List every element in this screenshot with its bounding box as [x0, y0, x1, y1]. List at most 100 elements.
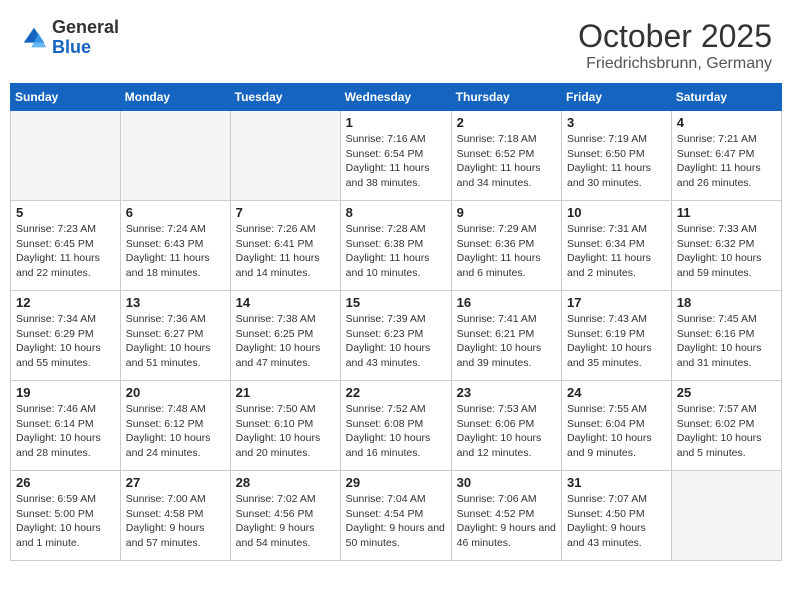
day-number: 20: [126, 385, 225, 400]
calendar-cell: 30 Sunrise: 7:06 AMSunset: 4:52 PMDayligh…: [451, 471, 561, 561]
day-number: 17: [567, 295, 666, 310]
calendar-week-3: 19 Sunrise: 7:46 AMSunset: 6:14 PMDayligh…: [11, 381, 782, 471]
calendar-cell: 31Sunrise: 7:07 AMSunset: 4:50 PMDayligh…: [562, 471, 672, 561]
day-number: 31: [567, 475, 666, 490]
day-info: Sunrise: 7:23 AMSunset: 6:45 PMDaylight:…: [16, 222, 115, 281]
day-number: 16: [457, 295, 556, 310]
calendar-cell: 29 Sunrise: 7:04 AMSunset: 4:54 PMDayligh…: [340, 471, 451, 561]
day-info: Sunrise: 7:45 AMSunset: 6:16 PMDaylight:…: [677, 312, 776, 371]
calendar-cell: 9 Sunrise: 7:29 AMSunset: 6:36 PMDaylight…: [451, 201, 561, 291]
calendar-cell: 5 Sunrise: 7:23 AMSunset: 6:45 PMDaylight…: [11, 201, 121, 291]
calendar-cell: 1Sunrise: 7:16 AMSunset: 6:54 PMDaylight…: [340, 111, 451, 201]
day-number: 9: [457, 205, 556, 220]
day-info: Sunrise: 7:36 AMSunset: 6:27 PMDaylight:…: [126, 312, 225, 371]
day-number: 15: [346, 295, 446, 310]
logo-icon: [20, 24, 48, 52]
logo: General Blue: [20, 18, 119, 58]
calendar-week-0: 1Sunrise: 7:16 AMSunset: 6:54 PMDaylight…: [11, 111, 782, 201]
calendar-cell: 25 Sunrise: 7:57 AMSunset: 6:02 PMDayligh…: [671, 381, 781, 471]
day-info: Sunrise: 7:52 AMSunset: 6:08 PMDaylight:…: [346, 402, 446, 461]
calendar-cell: 24 Sunrise: 7:55 AMSunset: 6:04 PMDayligh…: [562, 381, 672, 471]
day-number: 13: [126, 295, 225, 310]
day-number: 30: [457, 475, 556, 490]
day-number: 8: [346, 205, 446, 220]
calendar-cell: 19 Sunrise: 7:46 AMSunset: 6:14 PMDayligh…: [11, 381, 121, 471]
day-number: 6: [126, 205, 225, 220]
calendar-cell: 23Sunrise: 7:53 AMSunset: 6:06 PMDayligh…: [451, 381, 561, 471]
day-info: Sunrise: 7:28 AMSunset: 6:38 PMDaylight:…: [346, 222, 446, 281]
day-number: 22: [346, 385, 446, 400]
day-number: 14: [236, 295, 335, 310]
day-info: Sunrise: 7:34 AMSunset: 6:29 PMDaylight:…: [16, 312, 115, 371]
logo-general: General: [52, 17, 119, 37]
day-number: 25: [677, 385, 776, 400]
calendar-cell: [230, 111, 340, 201]
month-title: October 2025: [578, 18, 772, 55]
day-info: Sunrise: 7:39 AMSunset: 6:23 PMDaylight:…: [346, 312, 446, 371]
day-number: 2: [457, 115, 556, 130]
day-info: Sunrise: 7:48 AMSunset: 6:12 PMDaylight:…: [126, 402, 225, 461]
calendar-cell: 13 Sunrise: 7:36 AMSunset: 6:27 PMDayligh…: [120, 291, 230, 381]
calendar-header-saturday: Saturday: [671, 84, 781, 111]
day-info: Sunrise: 7:21 AMSunset: 6:47 PMDaylight:…: [677, 132, 776, 191]
calendar-cell: 26Sunrise: 6:59 AMSunset: 5:00 PMDayligh…: [11, 471, 121, 561]
day-info: Sunrise: 7:04 AMSunset: 4:54 PMDaylight:…: [346, 492, 446, 551]
day-info: Sunrise: 7:18 AMSunset: 6:52 PMDaylight:…: [457, 132, 556, 191]
calendar-cell: 20 Sunrise: 7:48 AMSunset: 6:12 PMDayligh…: [120, 381, 230, 471]
day-number: 24: [567, 385, 666, 400]
calendar-header-sunday: Sunday: [11, 84, 121, 111]
calendar-header-thursday: Thursday: [451, 84, 561, 111]
calendar-header-tuesday: Tuesday: [230, 84, 340, 111]
day-number: 5: [16, 205, 115, 220]
calendar-cell: [671, 471, 781, 561]
day-number: 19: [16, 385, 115, 400]
day-info: Sunrise: 7:43 AMSunset: 6:19 PMDaylight:…: [567, 312, 666, 371]
calendar-header-row: SundayMondayTuesdayWednesdayThursdayFrid…: [11, 84, 782, 111]
day-number: 3: [567, 115, 666, 130]
day-info: Sunrise: 7:57 AMSunset: 6:02 PMDaylight:…: [677, 402, 776, 461]
day-info: Sunrise: 7:26 AMSunset: 6:41 PMDaylight:…: [236, 222, 335, 281]
calendar-cell: [120, 111, 230, 201]
calendar-header-friday: Friday: [562, 84, 672, 111]
calendar-cell: 22 Sunrise: 7:52 AMSunset: 6:08 PMDayligh…: [340, 381, 451, 471]
day-info: Sunrise: 7:29 AMSunset: 6:36 PMDaylight:…: [457, 222, 556, 281]
calendar-cell: 4 Sunrise: 7:21 AMSunset: 6:47 PMDaylight…: [671, 111, 781, 201]
calendar-week-1: 5 Sunrise: 7:23 AMSunset: 6:45 PMDaylight…: [11, 201, 782, 291]
day-number: 12: [16, 295, 115, 310]
day-info: Sunrise: 7:19 AMSunset: 6:50 PMDaylight:…: [567, 132, 666, 191]
calendar-header-monday: Monday: [120, 84, 230, 111]
calendar-cell: 18 Sunrise: 7:45 AMSunset: 6:16 PMDayligh…: [671, 291, 781, 381]
calendar-cell: 7 Sunrise: 7:26 AMSunset: 6:41 PMDaylight…: [230, 201, 340, 291]
day-number: 28: [236, 475, 335, 490]
day-info: Sunrise: 7:55 AMSunset: 6:04 PMDaylight:…: [567, 402, 666, 461]
calendar-cell: 27Sunrise: 7:00 AMSunset: 4:58 PMDayligh…: [120, 471, 230, 561]
calendar-cell: 21 Sunrise: 7:50 AMSunset: 6:10 PMDayligh…: [230, 381, 340, 471]
day-info: Sunrise: 7:33 AMSunset: 6:32 PMDaylight:…: [677, 222, 776, 281]
calendar-cell: 8 Sunrise: 7:28 AMSunset: 6:38 PMDaylight…: [340, 201, 451, 291]
calendar-cell: 2 Sunrise: 7:18 AMSunset: 6:52 PMDaylight…: [451, 111, 561, 201]
logo-text: General Blue: [52, 18, 119, 58]
day-info: Sunrise: 7:46 AMSunset: 6:14 PMDaylight:…: [16, 402, 115, 461]
calendar-cell: 3 Sunrise: 7:19 AMSunset: 6:50 PMDaylight…: [562, 111, 672, 201]
calendar-cell: [11, 111, 121, 201]
day-number: 11: [677, 205, 776, 220]
day-info: Sunrise: 7:02 AMSunset: 4:56 PMDaylight:…: [236, 492, 335, 551]
day-info: Sunrise: 7:00 AMSunset: 4:58 PMDaylight:…: [126, 492, 225, 551]
calendar-cell: 28 Sunrise: 7:02 AMSunset: 4:56 PMDayligh…: [230, 471, 340, 561]
day-number: 23: [457, 385, 556, 400]
day-number: 7: [236, 205, 335, 220]
page-header: General Blue October 2025 Friedrichsbrun…: [10, 10, 782, 77]
day-number: 4: [677, 115, 776, 130]
calendar-cell: 16Sunrise: 7:41 AMSunset: 6:21 PMDayligh…: [451, 291, 561, 381]
day-number: 18: [677, 295, 776, 310]
day-info: Sunrise: 6:59 AMSunset: 5:00 PMDaylight:…: [16, 492, 115, 551]
calendar-cell: 11 Sunrise: 7:33 AMSunset: 6:32 PMDayligh…: [671, 201, 781, 291]
calendar-week-2: 12 Sunrise: 7:34 AMSunset: 6:29 PMDayligh…: [11, 291, 782, 381]
calendar-header-wednesday: Wednesday: [340, 84, 451, 111]
day-info: Sunrise: 7:06 AMSunset: 4:52 PMDaylight:…: [457, 492, 556, 551]
day-number: 29: [346, 475, 446, 490]
day-info: Sunrise: 7:50 AMSunset: 6:10 PMDaylight:…: [236, 402, 335, 461]
calendar-cell: 17 Sunrise: 7:43 AMSunset: 6:19 PMDayligh…: [562, 291, 672, 381]
calendar-cell: 15 Sunrise: 7:39 AMSunset: 6:23 PMDayligh…: [340, 291, 451, 381]
day-number: 21: [236, 385, 335, 400]
